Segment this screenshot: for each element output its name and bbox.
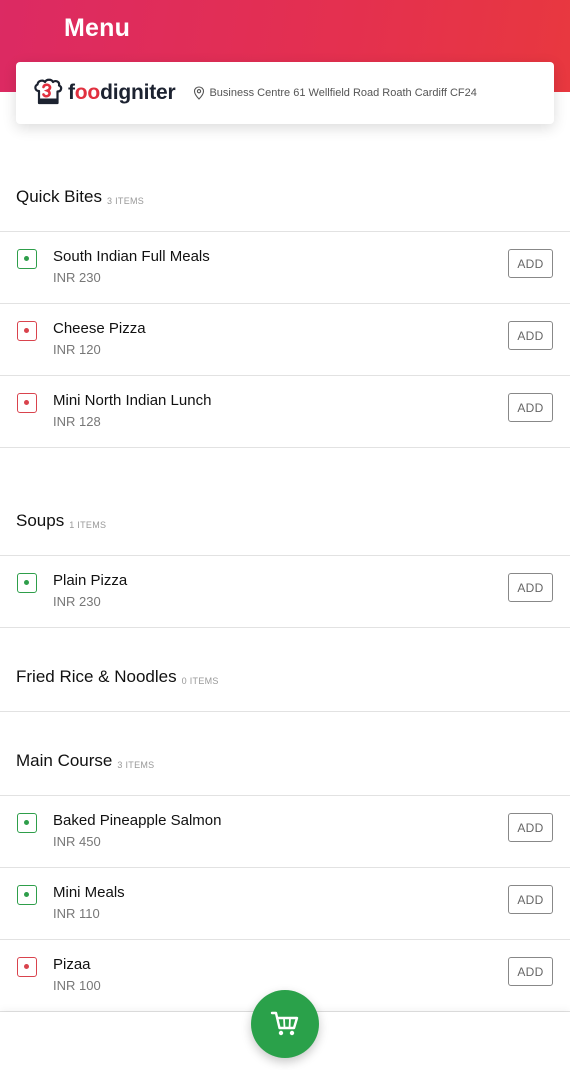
category-header: Quick Bites 3 ITEMS: [0, 124, 570, 232]
add-button[interactable]: ADD: [508, 321, 553, 350]
veg-indicator-icon: [17, 813, 37, 833]
non-veg-indicator-icon: [17, 393, 37, 413]
category-name: Soups: [16, 511, 65, 530]
menu-item: Baked Pineapple Salmon INR 450 ADD: [0, 796, 570, 868]
item-price: INR 450: [53, 834, 101, 849]
add-button[interactable]: ADD: [508, 813, 553, 842]
location-pin-icon: [194, 86, 205, 100]
item-name: Baked Pineapple Salmon: [53, 812, 222, 829]
chef-hat-logo-icon: [34, 78, 63, 105]
category-item-count: 3 ITEMS: [117, 760, 155, 770]
item-price: INR 230: [53, 594, 101, 609]
add-button[interactable]: ADD: [508, 573, 553, 602]
category-name: Fried Rice & Noodles: [16, 667, 177, 686]
cart-button[interactable]: [251, 990, 319, 1058]
brand-name: foodigniter: [68, 81, 176, 104]
item-name: Mini Meals: [53, 884, 125, 901]
category-header: Fried Rice & Noodles 0 ITEMS: [0, 628, 570, 712]
non-veg-indicator-icon: [17, 957, 37, 977]
item-price: INR 230: [53, 270, 101, 285]
add-button[interactable]: ADD: [508, 957, 553, 986]
menu-item: Mini Meals INR 110 ADD: [0, 868, 570, 940]
item-price: INR 100: [53, 978, 101, 993]
category-header: Main Course 3 ITEMS: [0, 712, 570, 796]
item-name: Cheese Pizza: [53, 320, 146, 337]
category-item-count: 3 ITEMS: [106, 196, 145, 206]
item-name: Pizaa: [53, 956, 91, 973]
add-button[interactable]: ADD: [508, 249, 553, 278]
category-header: Soups 1 ITEMS: [0, 448, 570, 556]
item-name: Plain Pizza: [53, 572, 128, 589]
category-name: Main Course: [16, 751, 113, 770]
menu-item: South Indian Full Meals INR 230 ADD: [0, 232, 570, 304]
add-button[interactable]: ADD: [508, 393, 553, 422]
menu-item: Plain Pizza INR 230 ADD: [0, 556, 570, 628]
menu-item: Cheese Pizza INR 120 ADD: [0, 304, 570, 376]
restaurant-address: Business Centre 61 Wellfield Road Roath …: [193, 86, 477, 100]
veg-indicator-icon: [17, 885, 37, 905]
page-title: Menu: [64, 14, 131, 42]
menu-item: Mini North Indian Lunch INR 128 ADD: [0, 376, 570, 448]
item-price: INR 128: [53, 414, 101, 429]
cart-icon: [270, 1011, 299, 1036]
veg-indicator-icon: [17, 573, 37, 593]
item-price: INR 110: [53, 906, 100, 921]
menu-list: Quick Bites 3 ITEMS South Indian Full Me…: [0, 124, 570, 1012]
category-item-count: 0 ITEMS: [181, 676, 219, 686]
brand-logo: foodigniter: [32, 77, 176, 109]
non-veg-indicator-icon: [17, 321, 37, 341]
add-button[interactable]: ADD: [508, 885, 553, 914]
veg-indicator-icon: [17, 249, 37, 269]
item-price: INR 120: [53, 342, 101, 357]
category-name: Quick Bites: [16, 187, 102, 206]
item-name: South Indian Full Meals: [53, 248, 210, 265]
category-item-count: 1 ITEMS: [69, 520, 107, 530]
restaurant-card: foodigniter Business Centre 61 Wellfield…: [16, 62, 554, 124]
item-name: Mini North Indian Lunch: [53, 392, 212, 409]
